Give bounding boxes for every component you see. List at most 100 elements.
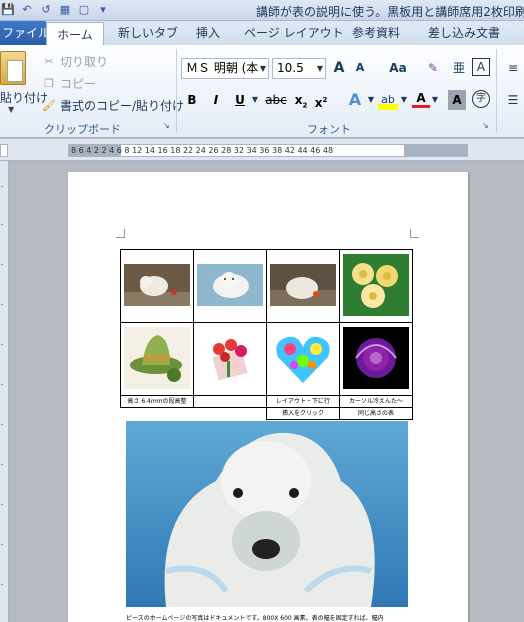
font-size-combo[interactable]: 10.5 ▼ xyxy=(272,58,326,79)
caption-cell[interactable]: レイアウト・下に行 xyxy=(266,395,340,408)
table-cell-roses-yellow[interactable] xyxy=(339,249,413,323)
align-left-icon[interactable]: ☰ xyxy=(502,90,524,110)
text-effects-button[interactable]: A xyxy=(346,90,364,110)
polar-bear-photo-3[interactable] xyxy=(270,263,336,306)
vruler-tick: - xyxy=(1,421,4,429)
save-icon[interactable]: 💾 xyxy=(0,2,16,18)
tulips-clipart-image[interactable] xyxy=(197,326,263,389)
underline-dropdown-icon[interactable]: ▼ xyxy=(250,90,260,110)
caption-cell[interactable]: 挿入をクリック xyxy=(266,407,340,420)
border-char-button[interactable]: A xyxy=(472,58,490,76)
tab-page-layout[interactable]: ページ レイアウト xyxy=(244,21,344,45)
copy-button[interactable]: ❐ コピー xyxy=(42,75,96,92)
strikethrough-button[interactable]: abc xyxy=(264,90,288,110)
clear-format-icon[interactable]: ✎ xyxy=(424,58,442,78)
caption-cell[interactable]: 高さ 6.4mmの段高整 xyxy=(120,395,194,408)
bullets-icon[interactable]: ≡ xyxy=(502,58,524,78)
clipboard-launcher-icon[interactable]: ↘ xyxy=(163,121,170,130)
paste-dropdown-icon[interactable]: ▼ xyxy=(8,105,14,114)
paste-button[interactable]: 貼り付け xyxy=(0,89,48,106)
chevron-down-icon: ▼ xyxy=(259,64,266,73)
vruler-tick: - xyxy=(1,261,4,269)
chevron-down-icon: ▼ xyxy=(316,64,323,73)
quick-access-toolbar: 💾 ↶ ↺ ▦ ▢ ▾ xyxy=(0,2,111,18)
grow-font-button[interactable]: A xyxy=(330,58,348,78)
tab-selector[interactable] xyxy=(0,144,8,157)
scissors-icon: ✂ xyxy=(44,54,54,68)
undo-icon[interactable]: ↶ xyxy=(19,2,35,18)
font-color-dropdown-icon[interactable]: ▼ xyxy=(430,90,440,110)
caption-cell[interactable] xyxy=(193,395,267,408)
flower-heart-image[interactable] xyxy=(270,326,336,389)
highlight-dropdown-icon[interactable]: ▼ xyxy=(399,90,409,110)
font-color-button[interactable]: A xyxy=(412,90,430,108)
shape-icon[interactable]: ▢ xyxy=(76,2,92,18)
ribbon-tabs: ファイル ホーム 新しいタブ 挿入 ページ レイアウト 参考資料 差し込み文書 xyxy=(0,21,524,46)
polar-bear-photo-1[interactable] xyxy=(124,263,190,306)
ruby-button[interactable]: 亜 xyxy=(450,58,468,78)
hat-clipart-image[interactable] xyxy=(124,326,190,389)
caption-cell xyxy=(194,408,267,420)
group-divider xyxy=(496,49,497,133)
brush-icon: 🖌 xyxy=(42,98,56,112)
tab-references[interactable]: 参考資料 xyxy=(352,21,400,45)
change-case-button[interactable]: Aa xyxy=(384,58,412,78)
polar-bear-photo-2[interactable] xyxy=(197,263,263,306)
shrink-font-button[interactable]: A xyxy=(352,58,368,78)
tab-insert[interactable]: 挿入 xyxy=(196,21,220,45)
format-painter-button[interactable]: 🖌 書式のコピー/貼り付け xyxy=(42,97,184,114)
font-launcher-icon[interactable]: ↘ xyxy=(482,121,489,130)
table-cell-flower-heart[interactable] xyxy=(266,322,340,396)
vruler-tick: - xyxy=(1,501,4,509)
vruler-tick: - xyxy=(1,461,4,469)
ribbon-home: 貼り付け ▼ ✂ 切り取り ❐ コピー 🖌 書式のコピー/貼り付け クリップボー… xyxy=(0,45,524,138)
picture-table[interactable]: 高さ 6.4mmの段高整 レイアウト・下に行 カーソル冷えんた～ 挿入をクリック… xyxy=(120,249,413,420)
vertical-ruler[interactable]: - - - - - - - - - - - xyxy=(0,161,9,622)
document-page[interactable]: 高さ 6.4mmの段高整 レイアウト・下に行 カーソル冷えんた～ 挿入をクリック… xyxy=(68,172,468,622)
italic-button[interactable]: I xyxy=(208,90,224,110)
table-cell-bear-photo-2[interactable] xyxy=(193,249,267,323)
format-painter-label: 書式のコピー/貼り付け xyxy=(60,99,185,113)
caption-cell[interactable]: 同じ高さの表 xyxy=(339,407,413,420)
caption-cell[interactable]: カーソル冷えんた～ xyxy=(339,395,413,408)
cut-label: 切り取り xyxy=(60,55,109,69)
purple-rose-image[interactable] xyxy=(343,326,409,389)
body-paragraph[interactable]: ピースのホームページの写真はドキュメントです。800X 600 画素。表の幅を固… xyxy=(126,613,416,622)
polar-bear-large-photo[interactable] xyxy=(126,421,408,607)
tab-mailings[interactable]: 差し込み文書 xyxy=(428,21,500,45)
underline-button[interactable]: U xyxy=(232,90,248,110)
vruler-tick: - xyxy=(1,581,4,589)
caption-cell xyxy=(121,408,194,420)
copy-icon: ❐ xyxy=(44,76,54,90)
group-divider xyxy=(176,49,177,133)
table-cell-hat-clipart[interactable] xyxy=(120,322,194,396)
bold-button[interactable]: B xyxy=(184,90,200,110)
subscript-button[interactable]: x2 xyxy=(294,90,308,110)
table-cell-purple-rose[interactable] xyxy=(339,322,413,396)
ruler-margin-right xyxy=(404,145,467,156)
enclose-char-button[interactable]: 字 xyxy=(472,90,490,108)
table-cell-bear-photo-3[interactable] xyxy=(266,249,340,323)
cut-button[interactable]: ✂ 切り取り xyxy=(42,53,108,70)
effects-dropdown-icon[interactable]: ▼ xyxy=(366,90,376,110)
superscript-button[interactable]: x2 xyxy=(314,90,328,110)
char-shading-button[interactable]: A xyxy=(448,90,466,110)
tab-home[interactable]: ホーム xyxy=(46,22,104,46)
vruler-tick: - xyxy=(1,341,4,349)
window-title: 講師が表の説明に使う。黒板用と講師席用2枚印刷.dc xyxy=(256,5,524,19)
horizontal-ruler[interactable]: 8 6 4 2 2 4 6 8 12 14 16 18 22 24 26 28 … xyxy=(68,144,468,157)
tab-new[interactable]: 新しいタブ xyxy=(118,21,178,45)
margin-corner-mark xyxy=(410,229,419,238)
highlight-button[interactable]: ab xyxy=(378,90,398,110)
font-name-combo[interactable]: ＭＳ 明朝 (本 ▼ xyxy=(181,58,269,79)
redo-icon[interactable]: ↺ xyxy=(38,2,54,18)
table-cell-bear-photo-1[interactable] xyxy=(120,249,194,323)
table-cell-tulips-clipart[interactable] xyxy=(193,322,267,396)
font-group-label: フォント xyxy=(307,123,351,136)
paste-icon[interactable] xyxy=(0,51,26,85)
tab-file[interactable]: ファイル xyxy=(0,21,50,45)
copy-label: コピー xyxy=(60,77,97,91)
table-icon[interactable]: ▦ xyxy=(57,2,73,18)
customize-qat-icon[interactable]: ▾ xyxy=(95,2,111,18)
yellow-roses-image[interactable] xyxy=(343,253,409,316)
